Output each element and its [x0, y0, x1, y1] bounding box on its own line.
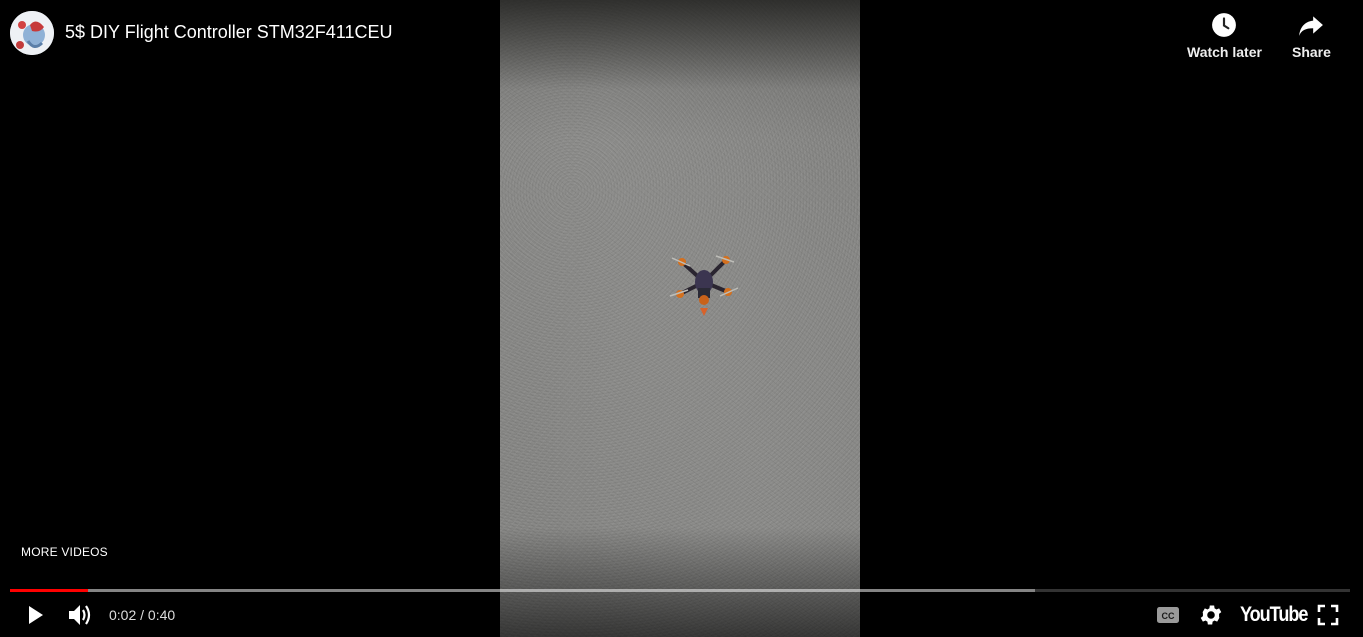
settings-button[interactable] [1198, 602, 1224, 628]
gear-icon [1200, 605, 1222, 625]
youtube-logo[interactable]: YouTube [1240, 601, 1308, 629]
captions-icon: CC [1157, 607, 1179, 623]
drone-image [669, 255, 739, 316]
time-display: 0:02 / 0:40 [109, 607, 176, 623]
channel-avatar[interactable] [10, 11, 54, 55]
share-label: Share [1292, 44, 1331, 60]
progress-bar[interactable] [10, 589, 1350, 592]
fullscreen-icon [1317, 604, 1339, 626]
share-arrow-icon [1299, 16, 1324, 36]
top-gradient [0, 0, 1363, 90]
progress-buffered [10, 589, 1036, 592]
avatar-image [10, 11, 54, 55]
clock-icon [1212, 13, 1237, 37]
volume-button[interactable] [66, 602, 94, 628]
video-player[interactable]: 5$ DIY Flight Controller STM32F411CEU Wa… [0, 0, 1363, 637]
watch-later-label: Watch later [1187, 44, 1262, 60]
progress-played [10, 589, 88, 592]
more-videos-button[interactable]: MORE VIDEOS [21, 545, 108, 559]
volume-icon [69, 605, 91, 625]
play-icon [29, 606, 43, 624]
fullscreen-button[interactable] [1316, 603, 1340, 627]
svg-text:CC: CC [1162, 611, 1175, 621]
captions-button[interactable]: CC [1155, 603, 1181, 627]
video-title[interactable]: 5$ DIY Flight Controller STM32F411CEU [65, 22, 392, 43]
play-button[interactable] [22, 602, 48, 628]
share-button[interactable]: Share [1292, 12, 1331, 60]
watch-later-button[interactable]: Watch later [1187, 12, 1262, 60]
